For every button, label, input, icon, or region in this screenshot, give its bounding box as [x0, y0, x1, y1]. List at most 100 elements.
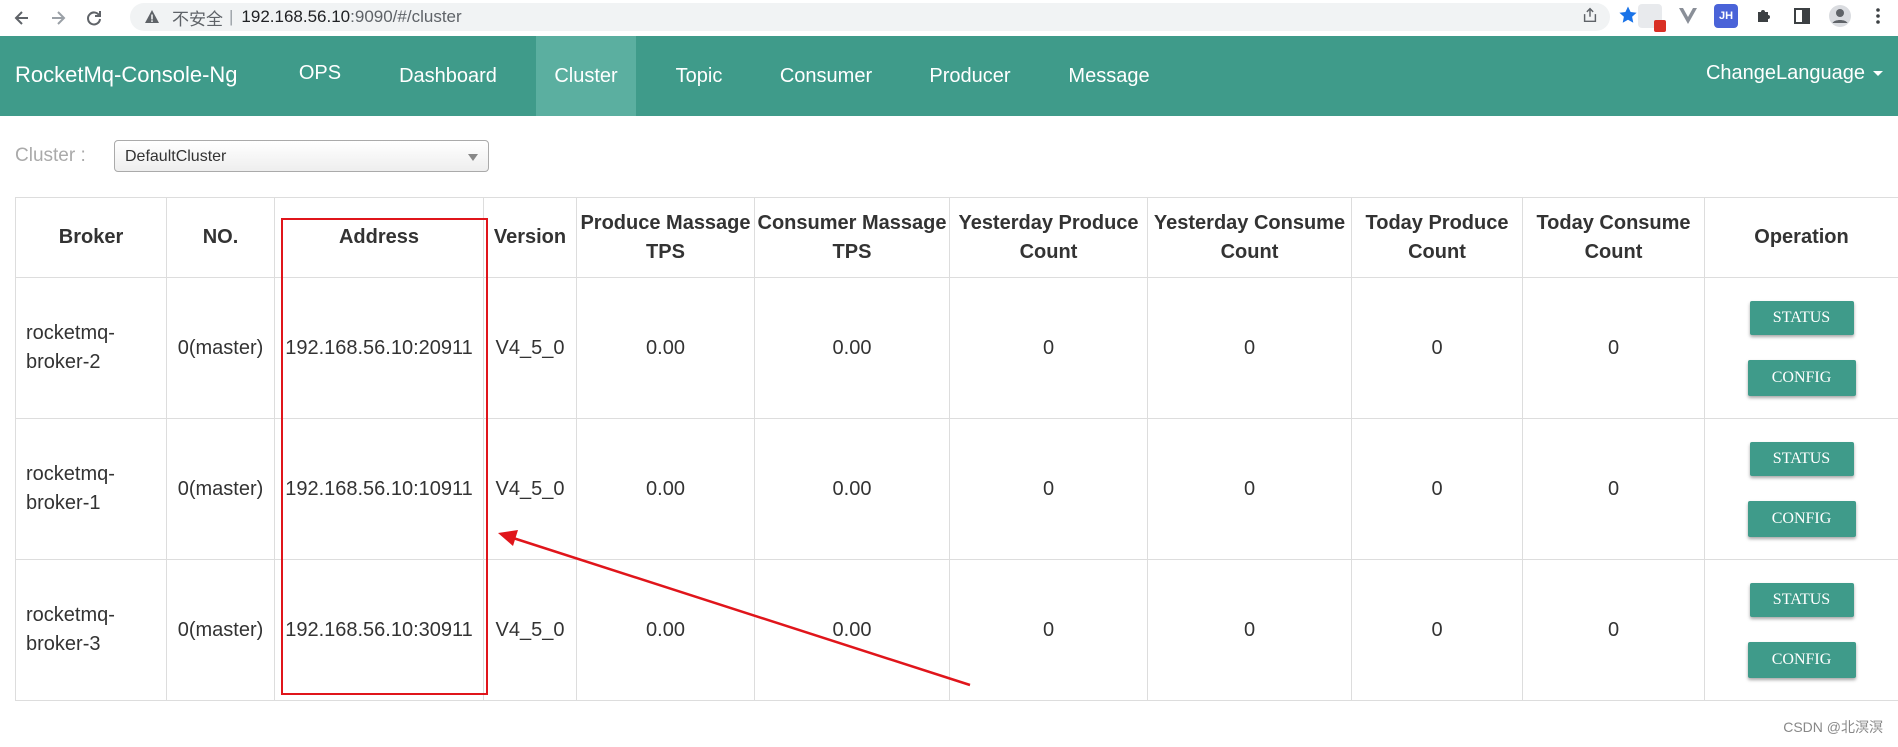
profile-button[interactable] [1828, 4, 1852, 28]
table-row: rocketmq-broker-2 0(master) 192.168.56.1… [15, 277, 1898, 419]
change-language-dropdown[interactable]: ChangeLanguage [1706, 62, 1883, 85]
broker-name-cell: rocketmq-broker-1 [15, 418, 167, 560]
nav-message[interactable]: Message [1056, 36, 1162, 116]
config-button[interactable]: CONFIG [1747, 500, 1856, 537]
puzzle-icon [1758, 10, 1770, 22]
broker-version-cell: V4_5_0 [483, 559, 577, 701]
broker-version-cell: V4_5_0 [483, 418, 577, 560]
broker-version-cell: V4_5_0 [483, 277, 577, 419]
change-language-label: ChangeLanguage [1705, 62, 1865, 84]
today-consume-cell: 0 [1522, 559, 1705, 701]
extension-translate-button[interactable] [1638, 4, 1666, 32]
yesterday-produce-cell: 0 [949, 559, 1148, 701]
consume-tps-cell: 0.00 [754, 559, 950, 701]
extensions-bar: JH [1638, 4, 1890, 32]
watermark: CSDN @北溟溟 [1783, 719, 1883, 735]
browser-toolbar: 不安全 | 192.168.56.10:9090/#/cluster JH [0, 0, 1898, 36]
url-separator: | [229, 7, 234, 26]
broker-address-cell: 192.168.56.10:20911 [274, 277, 484, 419]
extension-badge-icon [1654, 20, 1666, 32]
omnibox-actions [1580, 5, 1638, 25]
yesterday-consume-cell: 0 [1147, 277, 1352, 419]
reload-icon [87, 11, 101, 26]
nav-cluster[interactable]: Cluster [536, 36, 636, 116]
arrow-left-icon [14, 11, 28, 25]
column-header: Today Consume Count [1522, 197, 1705, 278]
column-header: Produce Massage TPS [576, 197, 755, 278]
back-button[interactable] [8, 4, 36, 32]
cluster-label: Cluster : [15, 145, 86, 166]
reload-button[interactable] [80, 4, 108, 32]
today-produce-cell: 0 [1351, 277, 1523, 419]
operation-cell: STATUS CONFIG [1704, 418, 1898, 560]
warning-icon [145, 10, 159, 23]
today-consume-cell: 0 [1522, 277, 1705, 419]
broker-table: Broker NO. Address Version Produce Massa… [15, 197, 1898, 701]
yesterday-consume-cell: 0 [1147, 559, 1352, 701]
insecure-label: 不安全 [172, 9, 223, 29]
side-panel-button[interactable] [1790, 4, 1814, 28]
broker-name-cell: rocketmq-broker-3 [15, 559, 167, 701]
produce-tps-cell: 0.00 [576, 277, 755, 419]
vue-icon [1679, 8, 1697, 24]
extensions-button[interactable] [1752, 4, 1776, 28]
forward-button[interactable] [44, 4, 72, 32]
column-header: Today Produce Count [1351, 197, 1523, 278]
arrow-right-icon [52, 11, 66, 25]
table-header-row: Broker NO. Address Version Produce Massa… [15, 197, 1898, 278]
dropdown-arrow-icon [468, 154, 478, 161]
nav-producer[interactable]: Producer [912, 36, 1028, 116]
column-header: Broker [15, 197, 167, 278]
column-header: Version [483, 197, 577, 278]
today-produce-cell: 0 [1351, 559, 1523, 701]
broker-no-cell: 0(master) [166, 559, 275, 701]
produce-tps-cell: 0.00 [576, 418, 755, 560]
cluster-select[interactable]: DefaultCluster [114, 140, 489, 172]
cluster-select-value: DefaultCluster [125, 148, 227, 165]
operation-cell: STATUS CONFIG [1704, 559, 1898, 701]
table-row: rocketmq-broker-1 0(master) 192.168.56.1… [15, 418, 1898, 560]
side-panel-icon [1794, 8, 1810, 24]
column-header: NO. [166, 197, 275, 278]
menu-button[interactable] [1866, 4, 1890, 28]
address-bar[interactable]: 不安全 | 192.168.56.10:9090/#/cluster [130, 3, 1610, 31]
share-icon [1583, 7, 1597, 23]
broker-no-cell: 0(master) [166, 418, 275, 560]
status-button[interactable]: STATUS [1749, 441, 1854, 476]
app-navbar: RocketMq-Console-Ng OPS Dashboard Cluste… [0, 36, 1898, 116]
column-header: Yesterday Produce Count [949, 197, 1148, 278]
status-button[interactable]: STATUS [1749, 582, 1854, 617]
broker-address-cell: 192.168.56.10:30911 [274, 559, 484, 701]
column-header: Operation [1704, 197, 1898, 278]
nav-topic[interactable]: Topic [656, 36, 742, 116]
url-host: 192.168.56.10 [241, 7, 351, 26]
kebab-menu-icon [1876, 8, 1880, 24]
yesterday-consume-cell: 0 [1147, 418, 1352, 560]
table-row: rocketmq-broker-3 0(master) 192.168.56.1… [15, 559, 1898, 701]
extension-vue-button[interactable] [1676, 4, 1700, 28]
broker-no-cell: 0(master) [166, 277, 275, 419]
column-header: Address [274, 197, 484, 278]
bookmark-button[interactable] [1618, 5, 1638, 25]
avatar-icon [1829, 5, 1851, 27]
broker-name-cell: rocketmq-broker-2 [15, 277, 167, 419]
yesterday-produce-cell: 0 [949, 418, 1148, 560]
url-path: :9090/#/cluster [350, 7, 462, 26]
brand-link[interactable]: RocketMq-Console-Ng [15, 62, 238, 88]
nav-consumer[interactable]: Consumer [762, 36, 890, 116]
yesterday-produce-cell: 0 [949, 277, 1148, 419]
operation-cell: STATUS CONFIG [1704, 277, 1898, 419]
consume-tps-cell: 0.00 [754, 277, 950, 419]
nav-ops[interactable]: OPS [280, 36, 360, 116]
config-button[interactable]: CONFIG [1747, 359, 1856, 396]
share-button[interactable] [1580, 5, 1600, 25]
config-button[interactable]: CONFIG [1747, 641, 1856, 678]
status-button[interactable]: STATUS [1749, 300, 1854, 335]
extension-jh-button[interactable]: JH [1714, 4, 1738, 28]
star-icon [1619, 6, 1637, 23]
today-produce-cell: 0 [1351, 418, 1523, 560]
consume-tps-cell: 0.00 [754, 418, 950, 560]
column-header: Yesterday Consume Count [1147, 197, 1352, 278]
nav-dashboard[interactable]: Dashboard [380, 36, 516, 116]
produce-tps-cell: 0.00 [576, 559, 755, 701]
